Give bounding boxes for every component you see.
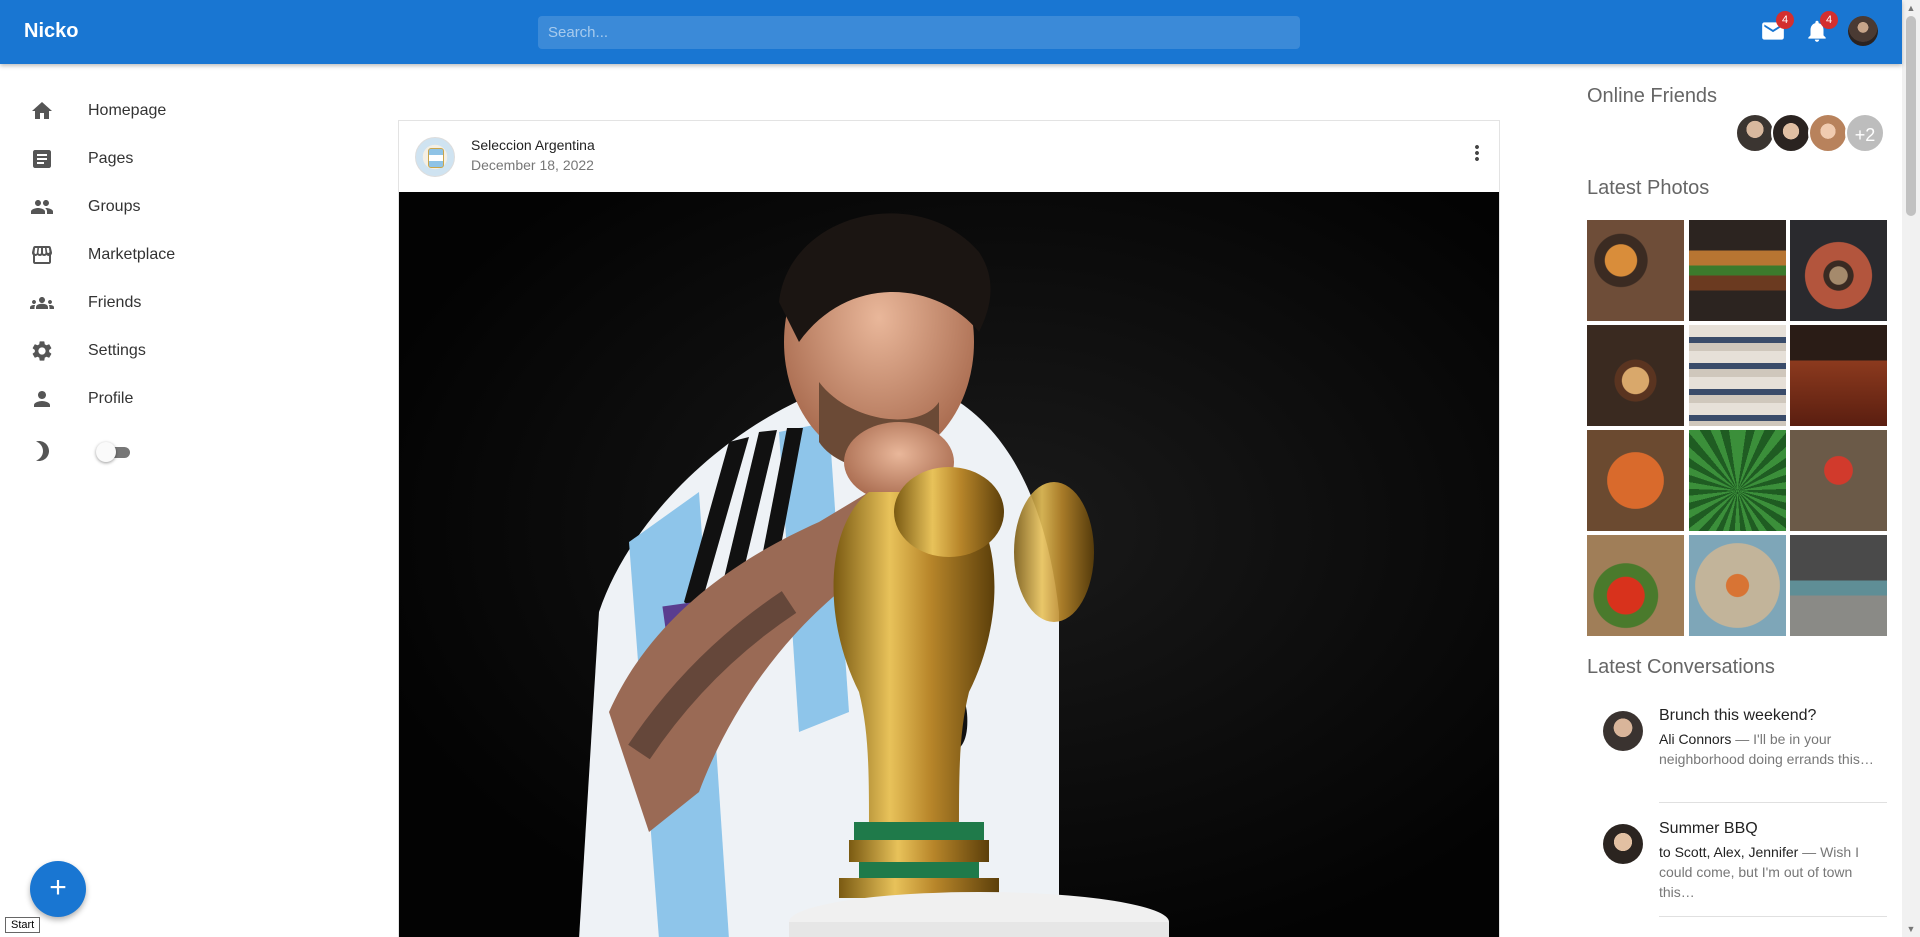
home-icon	[32, 102, 52, 119]
conversation-item[interactable]: Brunch this weekend? Ali Connors — I'll …	[1587, 707, 1887, 797]
moon-icon	[36, 441, 49, 461]
online-friend-avatar[interactable]	[1771, 113, 1811, 153]
conversation-title: Summer BBQ	[1659, 820, 1758, 837]
add-post-button[interactable]: +	[30, 861, 86, 917]
conversation-title: Brunch this weekend?	[1659, 707, 1817, 724]
nav-item-label: Groups	[88, 198, 141, 215]
scroll-up-icon[interactable]: ▲	[1906, 3, 1916, 13]
more-online-friends[interactable]: +2	[1845, 113, 1885, 153]
storefront-icon	[32, 245, 52, 264]
latest-photos-title: Latest Photos	[1587, 177, 1710, 199]
conversation-from: Ali Connors	[1659, 731, 1732, 747]
post-date: December 18, 2022	[471, 157, 594, 173]
post-author[interactable]: Seleccion Argentina	[471, 137, 595, 153]
photo-mushroom[interactable]	[1790, 430, 1887, 531]
conversation-preview: Ali Connors — I'll be in your neighborho…	[1659, 729, 1879, 769]
online-friends-title: Online Friends	[1587, 85, 1718, 107]
people-icon	[31, 200, 53, 214]
photo-starfish[interactable]	[1689, 535, 1786, 636]
nav-item-pages[interactable]: Pages	[30, 139, 330, 179]
nav-item-label: Profile	[88, 390, 134, 407]
photo-fern[interactable]	[1689, 430, 1786, 531]
notification-badge: 4	[1820, 11, 1838, 29]
app-bar: Nicko 4 4	[0, 0, 1902, 64]
nav-item-label: Settings	[88, 342, 146, 359]
nav-item-friends[interactable]: Friends	[30, 283, 330, 323]
person-icon	[34, 391, 50, 407]
photo-honey[interactable]	[1790, 325, 1887, 426]
post-menu-button[interactable]	[1465, 141, 1489, 165]
conversation-avatar	[1603, 824, 1643, 864]
nav-item-homepage[interactable]: Homepage	[30, 91, 330, 131]
notifications-button[interactable]: 4	[1804, 11, 1838, 44]
online-friend-avatar[interactable]	[1808, 113, 1848, 153]
dark-mode-toggle[interactable]	[96, 441, 134, 463]
groups-icon	[30, 297, 54, 309]
online-friend-avatar[interactable]	[1735, 113, 1775, 153]
mail-badge: 4	[1776, 11, 1794, 29]
crest-icon	[428, 148, 444, 168]
more-vert-icon	[1475, 145, 1479, 161]
article-icon	[33, 150, 51, 168]
settings-icon	[32, 341, 52, 361]
latest-conversations-title: Latest Conversations	[1587, 656, 1775, 678]
conversation-preview: to Scott, Alex, Jennifer — Wish I could …	[1659, 842, 1879, 902]
post-author-avatar[interactable]	[415, 137, 455, 177]
conversation-item[interactable]: Summer BBQ to Scott, Alex, Jennifer — Wi…	[1587, 820, 1887, 910]
nav-item-profile[interactable]: Profile	[30, 379, 330, 419]
nav-item-label: Pages	[88, 150, 134, 167]
mail-button[interactable]: 4	[1760, 11, 1794, 44]
scroll-down-icon[interactable]: ▼	[1906, 924, 1916, 934]
search-input[interactable]	[538, 16, 1300, 49]
conversation-divider	[1659, 802, 1887, 803]
photo-basketball[interactable]	[1587, 430, 1684, 531]
photo-hats[interactable]	[1689, 325, 1786, 426]
toggle-knob	[96, 442, 116, 462]
page-scrollbar[interactable]: ▲ ▼	[1902, 0, 1920, 937]
photo-camera[interactable]	[1790, 220, 1887, 321]
nav-item-label: Friends	[88, 294, 142, 311]
app-brand[interactable]: Nicko	[24, 20, 78, 43]
nav-item-label: Marketplace	[88, 246, 176, 263]
post-card: Seleccion Argentina December 18, 2022 10	[398, 120, 1500, 937]
photo-breakfast[interactable]	[1587, 220, 1684, 321]
scroll-thumb[interactable]	[1906, 16, 1916, 216]
user-avatar[interactable]	[1848, 16, 1878, 46]
nav-item-label: Homepage	[88, 102, 167, 119]
nav-item-groups[interactable]: Groups	[30, 187, 330, 227]
nav-item-settings[interactable]: Settings	[30, 331, 330, 371]
conversation-from: to Scott, Alex, Jennifer	[1659, 844, 1799, 860]
nav-item-marketplace[interactable]: Marketplace	[30, 235, 330, 275]
start-tooltip: Start	[5, 917, 41, 933]
conversation-avatar	[1603, 711, 1643, 751]
photo-bicycle[interactable]	[1790, 535, 1887, 636]
post-image[interactable]: 10	[399, 192, 1499, 937]
photo-tomatoes[interactable]	[1587, 535, 1684, 636]
photo-burger[interactable]	[1689, 220, 1786, 321]
photo-latte[interactable]	[1587, 325, 1684, 426]
conversation-divider	[1659, 916, 1887, 917]
trophy-photo: 10	[399, 192, 1499, 937]
dark-mode-item	[30, 431, 60, 471]
